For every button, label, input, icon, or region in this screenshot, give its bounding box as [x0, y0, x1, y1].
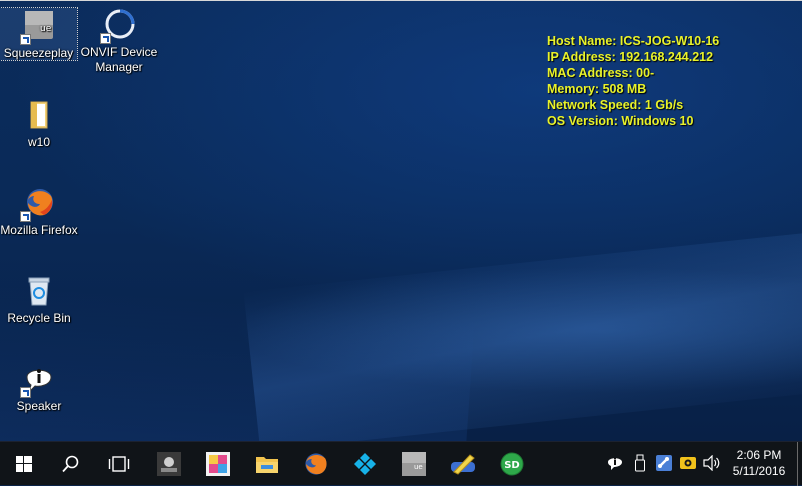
icon-label: Squeezeplay — [3, 46, 74, 60]
taskbar-firefox[interactable] — [292, 442, 340, 486]
tray-volume[interactable] — [703, 453, 721, 473]
desktop-icon-speaker[interactable]: Speaker — [0, 362, 78, 414]
onvif-icon — [100, 8, 136, 44]
icon-label: ONVIF Device Manager — [80, 45, 158, 74]
sysinfo-host-name: Host Name: ICS-JOG-W10-16 — [547, 34, 720, 48]
volume-tray-icon — [703, 455, 720, 471]
squeezeplay-app-icon — [157, 452, 181, 476]
desktop-icon-onvif[interactable]: ONVIF Device Manager — [80, 8, 158, 75]
speaker-info-icon — [20, 362, 56, 398]
folder-icon — [22, 98, 56, 132]
svg-text:ue: ue — [414, 463, 423, 471]
shortcut-arrow-icon — [100, 33, 111, 44]
clock-time: 2:06 PM — [736, 448, 782, 462]
taskbar-file-explorer[interactable] — [243, 442, 291, 486]
recycle-bin-icon — [22, 274, 56, 308]
icon-label: Mozilla Firefox — [0, 223, 78, 237]
desktop-icon-recycle-bin[interactable]: Recycle Bin — [0, 274, 78, 326]
firefox-icon — [305, 453, 327, 475]
clock-date: 5/11/2016 — [732, 464, 786, 478]
firefox-icon — [20, 186, 56, 222]
tray-network-tool[interactable] — [655, 453, 673, 473]
top-border — [0, 0, 802, 1]
tray-info[interactable] — [606, 453, 624, 473]
file-explorer-icon — [256, 457, 278, 473]
task-view-icon — [108, 456, 130, 472]
info-tray-icon — [608, 458, 622, 470]
sysinfo-ip-address: IP Address: 192.168.244.212 — [547, 50, 714, 64]
taskbar-clock[interactable]: 2:06 PM 5/11/2016 — [726, 447, 792, 479]
tray-usb[interactable] — [631, 453, 649, 473]
start-icon — [16, 456, 32, 472]
taskbar-kodi[interactable] — [341, 442, 389, 486]
pencil-tool-icon — [451, 454, 475, 475]
sysinfo-os-version: OS Version: Windows 10 — [547, 114, 694, 128]
taskbar-sd-app[interactable]: SD — [488, 442, 536, 486]
desktop-icon-w10[interactable]: w10 — [0, 98, 78, 150]
task-view-button[interactable] — [95, 442, 143, 486]
monitor-tray-icon — [680, 457, 696, 469]
system-info-overlay: Host Name: ICS-JOG-W10-16 IP Address: 19… — [547, 33, 719, 129]
sysinfo-mac-address: MAC Address: 00- — [547, 66, 655, 80]
svg-text:SD: SD — [504, 460, 520, 471]
kodi-icon — [354, 453, 376, 475]
taskbar: ue SD 2:06 PM 5/11/2016 — [0, 441, 802, 486]
show-desktop-button[interactable] — [797, 442, 798, 486]
taskbar-image-app[interactable] — [194, 442, 242, 486]
usb-tray-icon — [635, 454, 645, 472]
desktop-background[interactable]: ue Squeezeplay ONVIF Device Manager w10 — [0, 0, 802, 441]
network-tool-tray-icon — [656, 455, 672, 471]
taskbar-squeezeplay-alt[interactable]: ue — [390, 442, 438, 486]
sysinfo-memory: Memory: 508 MB — [547, 82, 647, 96]
shortcut-arrow-icon — [19, 34, 31, 45]
sysinfo-network-speed: Network Speed: 1 Gb/s — [547, 98, 684, 112]
icon-label: Speaker — [16, 399, 62, 413]
sd-icon: SD — [500, 452, 524, 476]
search-button[interactable] — [47, 442, 95, 486]
squeezeplay-icon: ue — [19, 9, 56, 45]
taskbar-squeezeplay-app[interactable] — [145, 442, 193, 486]
icon-label: Recycle Bin — [7, 311, 71, 325]
start-button[interactable] — [0, 442, 48, 486]
squeezeplay-alt-icon: ue — [402, 452, 426, 476]
tray-monitor[interactable] — [679, 453, 697, 473]
shortcut-arrow-icon — [20, 387, 31, 398]
search-icon — [62, 455, 79, 473]
svg-text:ue: ue — [40, 24, 52, 34]
icon-label: w10 — [27, 135, 50, 149]
shortcut-arrow-icon — [20, 211, 31, 222]
desktop-icon-firefox[interactable]: Mozilla Firefox — [0, 186, 78, 238]
taskbar-pencil-tool[interactable] — [439, 442, 487, 486]
image-app-icon — [206, 452, 230, 476]
desktop-icon-squeezeplay[interactable]: ue Squeezeplay — [0, 7, 78, 61]
